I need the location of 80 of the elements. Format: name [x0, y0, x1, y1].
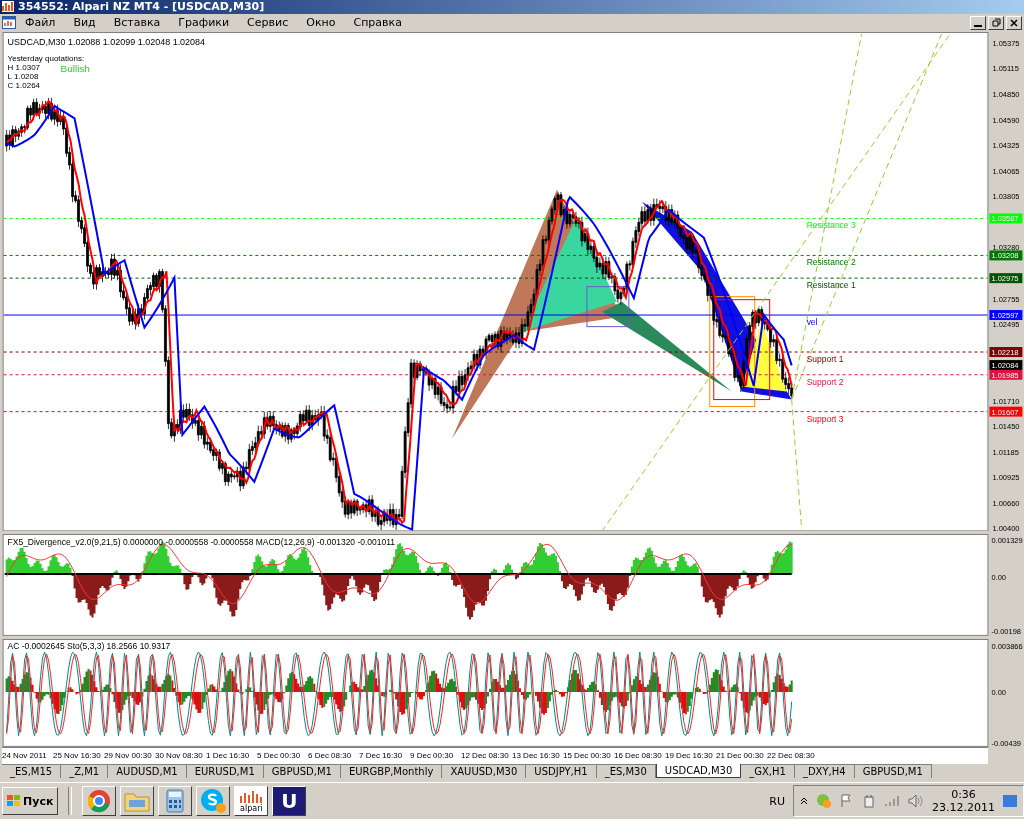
time-axis-label: 1 Dec 16:30 [206, 750, 251, 763]
menu-item[interactable]: Справка [344, 16, 411, 30]
time-axis-label: 13 Dec 16:30 [512, 750, 561, 763]
time-axis-label: 19 Dec 16:30 [665, 750, 714, 763]
start-button[interactable]: Пуск [2, 787, 59, 816]
chart-tab[interactable]: GBPUSD,M1 [854, 764, 932, 779]
time-axis-label: 12 Dec 08:30 [461, 750, 510, 763]
time-axis-label: 25 Nov 16:30 [53, 750, 102, 763]
restore-icon [991, 18, 1001, 28]
quote-info: C 1.0264 [7, 80, 40, 90]
windows-logo-icon [7, 795, 21, 808]
menu-item[interactable]: Графики [169, 16, 239, 30]
show-desktop-icon[interactable] [1003, 795, 1017, 808]
taskbar-app-button[interactable] [158, 786, 193, 817]
time-axis-label: 16 Dec 08:30 [614, 750, 663, 763]
quote-info: H 1.0307 [7, 62, 40, 72]
menu-item[interactable]: Сервис [238, 16, 298, 30]
level-label: Support 1 [806, 353, 844, 364]
time-axis-label: 9 Dec 00:30 [410, 750, 455, 763]
chart-tab[interactable]: XAUUSD,M30 [442, 764, 527, 779]
indicator-header: AC -0.0002645 Sto(5,3,3) 18.2566 10.9317 [7, 641, 171, 652]
taskbar-app-button[interactable]: alpari [234, 786, 269, 817]
calculator-icon [166, 789, 185, 814]
time-axis-label: 7 Dec 16:30 [359, 750, 404, 763]
minimize-icon [974, 24, 982, 27]
close-icon [1010, 18, 1018, 27]
time-axis-label: 15 Dec 00:30 [563, 750, 612, 763]
chart-header: USDCAD,M30 1.02088 1.02099 1.02048 1.02084 [7, 36, 206, 47]
time-axis-label: 6 Dec 08:30 [308, 750, 353, 763]
chart-tab[interactable]: USDCAD,M30 [655, 764, 742, 779]
chart-tab[interactable]: EURUSD,M1 [186, 764, 264, 779]
chevron-icon[interactable] [800, 797, 808, 806]
skype-icon [199, 788, 228, 815]
time-axis-label: 5 Dec 00:30 [257, 750, 302, 763]
chart-tab[interactable]: GBPUSD,M1 [263, 764, 341, 779]
level-label: Resistance 1 [806, 280, 856, 291]
menu-item[interactable]: Вставка [104, 16, 170, 30]
menu-item[interactable]: Окно [297, 16, 345, 30]
app-icon [2, 1, 14, 13]
level-label: vel [806, 317, 818, 327]
time-axis-label: 21 Dec 00:30 [716, 750, 765, 763]
level-label: Support 3 [806, 413, 844, 424]
taskbar-app-button[interactable] [82, 786, 117, 817]
minimize-button[interactable] [970, 15, 986, 30]
restore-button[interactable] [988, 15, 1004, 30]
power-plug-icon[interactable] [862, 794, 876, 809]
chart-tab[interactable]: _ES,M15 [2, 764, 62, 779]
taskbar-app-button[interactable] [196, 786, 231, 817]
language-indicator[interactable]: RU [769, 794, 785, 808]
app-label: alpari [240, 803, 263, 813]
chart-tab[interactable]: _ES,M30 [596, 764, 656, 779]
chart-tab[interactable]: _Z,M1 [61, 764, 109, 779]
taskbar-app-button[interactable] [120, 786, 155, 817]
chart-tab[interactable]: EURGBP,Monthly [340, 764, 443, 779]
quote-info: Yesterday quotations: [7, 53, 85, 63]
chart-tab[interactable]: USDJPY,H1 [526, 764, 597, 779]
time-axis-label: 22 Dec 08:30 [767, 750, 816, 763]
browser-icon [87, 789, 112, 814]
taskbar-app-button[interactable]: U [272, 786, 307, 817]
indicator-header: FX5_Divergence_v2.0(9,21,5) 0.0000000 -0.0000558 -0.0000558 MACD(12,26,9) -0.001320 -0.001011 [7, 537, 395, 548]
menu-item[interactable]: Вид [64, 16, 105, 30]
chart-tab[interactable]: AUDUSD,M1 [108, 764, 187, 779]
time-axis-label: 30 Nov 08:30 [155, 750, 204, 763]
trend-signal: Bullish [60, 62, 90, 74]
chart-window-icon [2, 16, 16, 30]
window-title: 354552: Alpari NZ MT4 - [USDCAD,M30] [18, 0, 265, 14]
level-label: Resistance 2 [806, 257, 856, 268]
level-label: Resistance 3 [806, 220, 856, 231]
level-label: Support 2 [806, 376, 844, 387]
close-button[interactable] [1006, 15, 1022, 30]
time-axis-label: 29 Nov 00:30 [104, 750, 153, 763]
chart-tab[interactable]: _DXY,H4 [794, 764, 855, 779]
chart-tab[interactable]: _GX,H1 [741, 764, 795, 779]
time-axis-label: 24 Nov 2011 [2, 750, 48, 763]
speaker-icon[interactable] [908, 794, 924, 809]
flag-icon[interactable] [840, 794, 854, 809]
menu-item[interactable]: Файл [16, 16, 65, 30]
folder-icon [124, 790, 151, 813]
quote-info: L 1.0208 [7, 71, 39, 81]
chart-bars-icon [240, 789, 263, 804]
